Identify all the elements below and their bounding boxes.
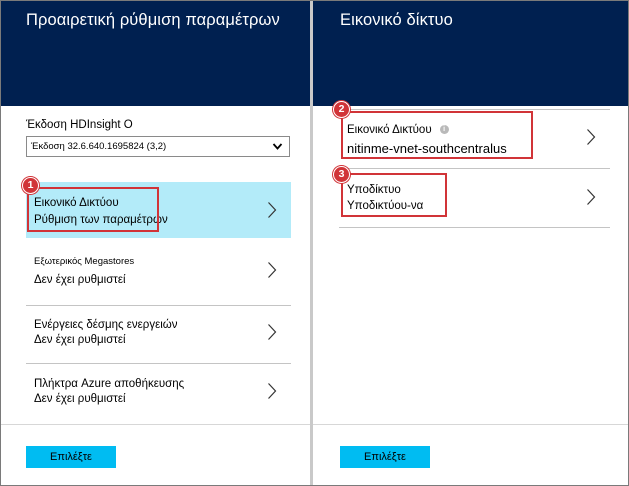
virtual-network-blade: Εικονικό δίκτυο Εικονικό Δικτύου i nitinm… (313, 1, 628, 485)
script-actions-row[interactable]: Ενέργειες δέσμης ενεργειών Δεν έχει ρυθμ… (26, 306, 291, 362)
azure-storage-keys-row[interactable]: Πλήκτρα Azure αποθήκευσης Δεν έχει ρυθμι… (26, 364, 291, 420)
version-dropdown[interactable]: Έκδοση 32.6.640.1695824 (3,2) (26, 136, 290, 157)
chevron-right-icon (268, 262, 277, 278)
callout-badge-1: 1 (22, 177, 39, 194)
callout-badge-2: 2 (333, 101, 350, 118)
external-metastores-row[interactable]: Εξωτερικός Megastores Δεν έχει ρυθμιστεί (26, 239, 291, 301)
blade-title: Προαιρετική ρύθμιση παραμέτρων (26, 11, 280, 29)
chevron-right-icon (268, 324, 277, 340)
callout-badge-3: 3 (333, 166, 350, 183)
version-value: Έκδοση 32.6.640.1695824 (3,2) (31, 141, 167, 152)
blade-header: Εικονικό δίκτυο (313, 1, 628, 106)
select-button[interactable]: Επιλέξτε (340, 446, 430, 468)
callout-highlight-box (341, 111, 533, 159)
version-label: Έκδοση HDInsight O (26, 119, 133, 131)
row-label: Ενέργειες δέσμης ενεργειών (34, 319, 178, 331)
chevron-right-icon (587, 189, 596, 205)
row-label: Εξωτερικός Megastores (34, 256, 135, 267)
blade-header: Προαιρετική ρύθμιση παραμέτρων (1, 1, 310, 106)
blade-title: Εικονικό δίκτυο (340, 11, 453, 29)
callout-highlight-box (27, 187, 159, 232)
callout-highlight-box (341, 173, 447, 217)
row-value: Δεν έχει ρυθμιστεί (34, 274, 126, 286)
optional-configuration-blade: Προαιρετική ρύθμιση παραμέτρων Έκδοση HD… (1, 1, 310, 485)
select-button[interactable]: Επιλέξτε (26, 446, 116, 468)
row-label: Πλήκτρα Azure αποθήκευσης (34, 378, 185, 390)
chevron-right-icon (268, 383, 277, 399)
row-value: Δεν έχει ρυθμιστεί (34, 334, 126, 346)
footer-divider (1, 424, 310, 425)
chevron-right-icon (587, 129, 596, 145)
row-divider (339, 227, 610, 228)
chevron-down-icon (272, 143, 283, 150)
row-value: Δεν έχει ρυθμιστεί (34, 393, 126, 405)
chevron-right-icon (268, 202, 277, 218)
footer-divider (313, 424, 628, 425)
